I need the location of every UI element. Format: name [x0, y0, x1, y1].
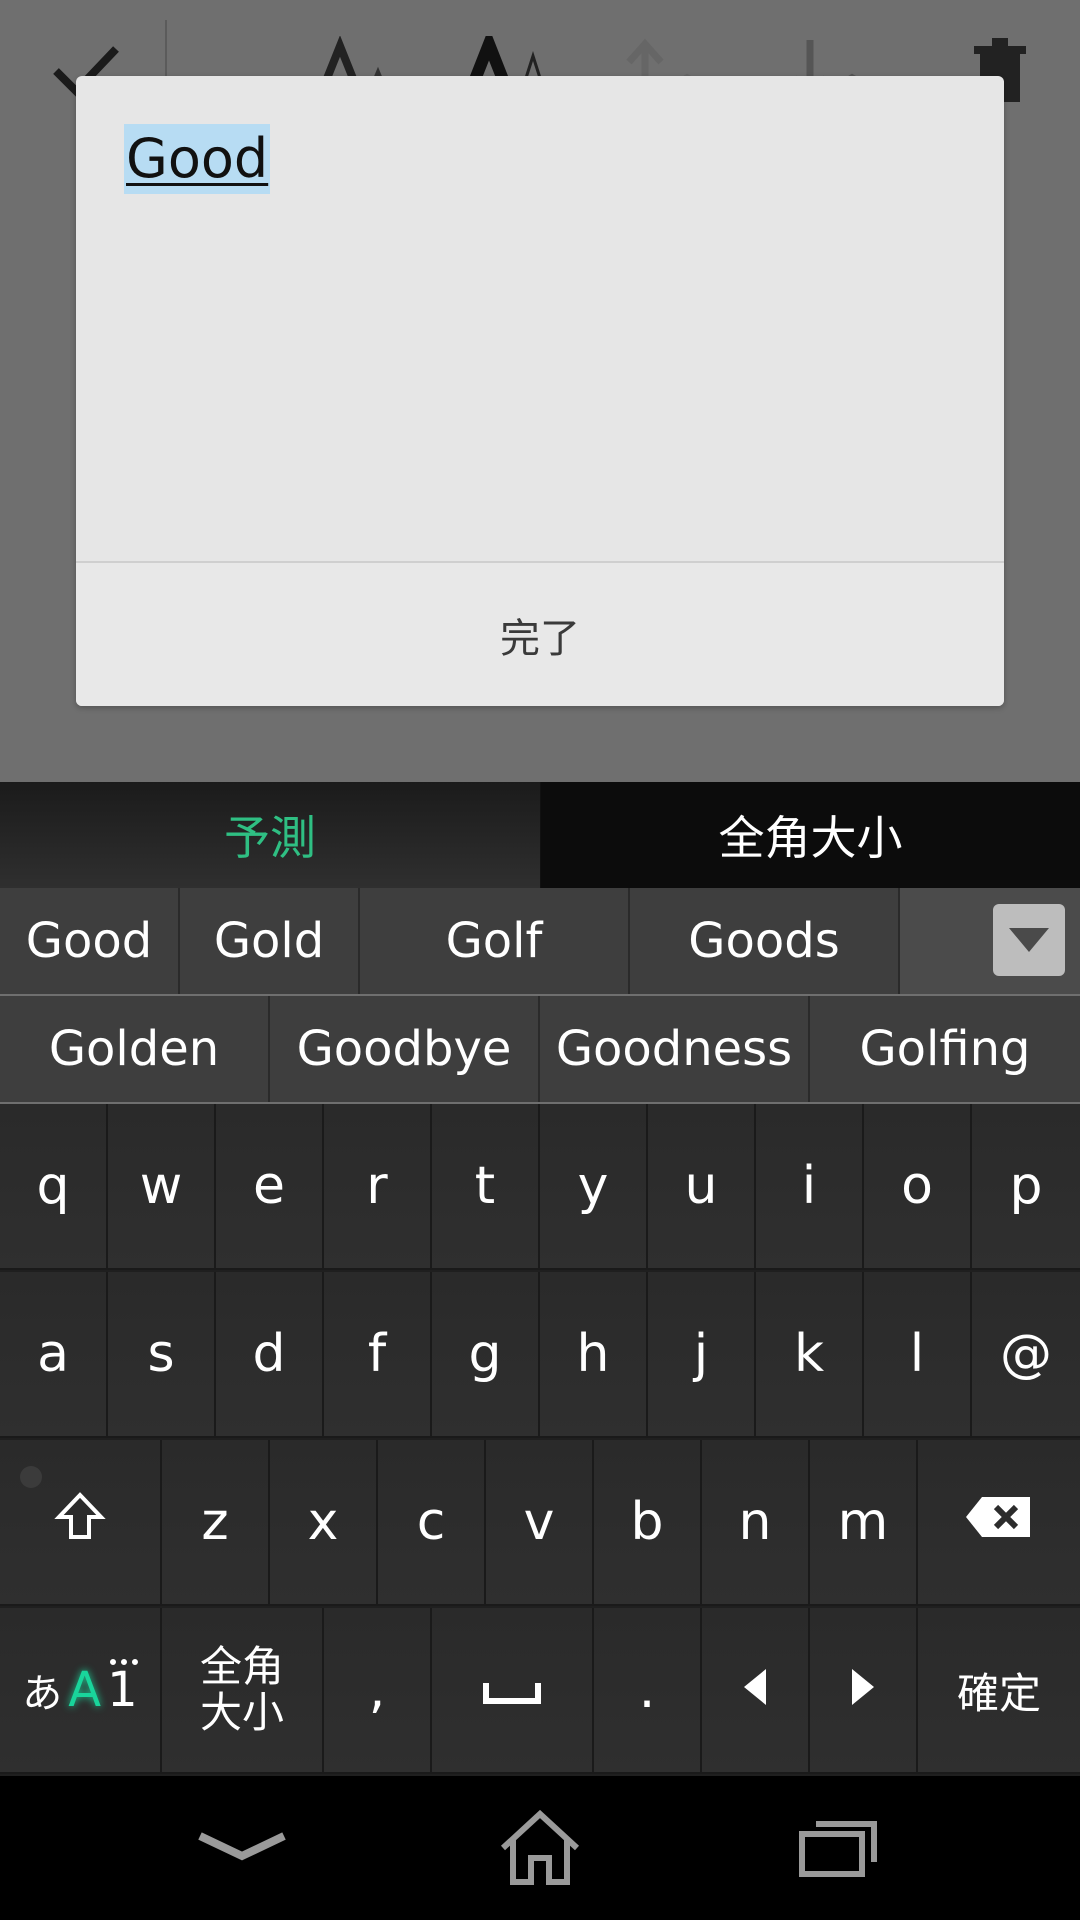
key-c[interactable]: c: [378, 1440, 486, 1606]
candidate-word[interactable]: Golfing: [810, 996, 1080, 1102]
key-period[interactable]: .: [594, 1608, 702, 1774]
key-m[interactable]: m: [810, 1440, 918, 1606]
key-a[interactable]: a: [0, 1272, 108, 1438]
tab-zenkaku[interactable]: 全角大小: [541, 782, 1080, 888]
key-i[interactable]: i: [756, 1104, 864, 1270]
key-q[interactable]: q: [0, 1104, 108, 1270]
key-e[interactable]: e: [216, 1104, 324, 1270]
key-k[interactable]: k: [756, 1272, 864, 1438]
mode-more-indicator: [110, 1659, 138, 1671]
key-comma[interactable]: ,: [324, 1608, 432, 1774]
chevron-down-icon[interactable]: [993, 904, 1065, 976]
cursor-right-key[interactable]: [810, 1608, 918, 1774]
candidate-word[interactable]: Goodness: [540, 996, 810, 1102]
key-p[interactable]: p: [972, 1104, 1080, 1270]
system-nav-bar: [0, 1776, 1080, 1920]
key-u[interactable]: u: [648, 1104, 756, 1270]
candidate-row-1: Good Gold Golf Goods: [0, 888, 1080, 994]
key-x[interactable]: x: [270, 1440, 378, 1606]
key-d[interactable]: d: [216, 1272, 324, 1438]
key-h[interactable]: h: [540, 1272, 648, 1438]
key-j[interactable]: j: [648, 1272, 756, 1438]
arrow-left-icon: [740, 1660, 770, 1720]
key-s[interactable]: s: [108, 1272, 216, 1438]
candidate-row-2: Golden Goodbye Goodness Golfing: [0, 996, 1080, 1102]
done-button[interactable]: 完了: [76, 563, 1004, 706]
home-icon[interactable]: [440, 1776, 640, 1920]
recent-apps-icon[interactable]: [738, 1776, 938, 1920]
shift-key[interactable]: [0, 1440, 162, 1606]
candidate-word[interactable]: Goodbye: [270, 996, 540, 1102]
zenkaku-top-label: 全角: [199, 1642, 284, 1691]
backspace-icon: [964, 1492, 1034, 1552]
key-o[interactable]: o: [864, 1104, 972, 1270]
candidate-word[interactable]: Golf: [360, 888, 630, 994]
key-b[interactable]: b: [594, 1440, 702, 1606]
key-at[interactable]: @: [972, 1272, 1080, 1438]
input-mode-key[interactable]: あ A 1: [0, 1608, 162, 1774]
zenkaku-bottom-label: 大小: [199, 1688, 284, 1737]
key-n[interactable]: n: [702, 1440, 810, 1606]
mode-kana-label: あ: [22, 1671, 63, 1717]
candidate-word[interactable]: Golden: [0, 996, 270, 1102]
mode-alpha-label: A: [68, 1662, 102, 1718]
key-v[interactable]: v: [486, 1440, 594, 1606]
key-g[interactable]: g: [432, 1272, 540, 1438]
zenkaku-key[interactable]: 全角 大小: [162, 1608, 324, 1774]
text-input-dialog: Good 完了: [76, 76, 1004, 706]
arrow-right-icon: [848, 1660, 878, 1720]
shift-lock-indicator: [20, 1466, 42, 1488]
keyboard-tabs: 予測 全角大小: [0, 782, 1080, 888]
shift-icon: [53, 1489, 107, 1556]
confirm-key[interactable]: 確定: [918, 1608, 1080, 1774]
candidate-word[interactable]: Good: [0, 888, 180, 994]
keyboard-keys: q w e r t y u i o p a s d f g h j k l @ …: [0, 1104, 1080, 1776]
backspace-key[interactable]: [918, 1440, 1080, 1606]
candidate-word[interactable]: Goods: [630, 888, 900, 994]
key-y[interactable]: y: [540, 1104, 648, 1270]
dialog-text-field[interactable]: Good: [124, 124, 271, 194]
key-r[interactable]: r: [324, 1104, 432, 1270]
space-key[interactable]: [432, 1608, 594, 1774]
key-t[interactable]: t: [432, 1104, 540, 1270]
key-f[interactable]: f: [324, 1272, 432, 1438]
space-icon: [482, 1660, 542, 1720]
key-w[interactable]: w: [108, 1104, 216, 1270]
candidate-word[interactable]: Gold: [180, 888, 360, 994]
back-hide-keyboard-icon[interactable]: [142, 1776, 342, 1920]
key-l[interactable]: l: [864, 1272, 972, 1438]
cursor-left-key[interactable]: [702, 1608, 810, 1774]
key-z[interactable]: z: [162, 1440, 270, 1606]
tab-prediction[interactable]: 予測: [0, 782, 542, 888]
